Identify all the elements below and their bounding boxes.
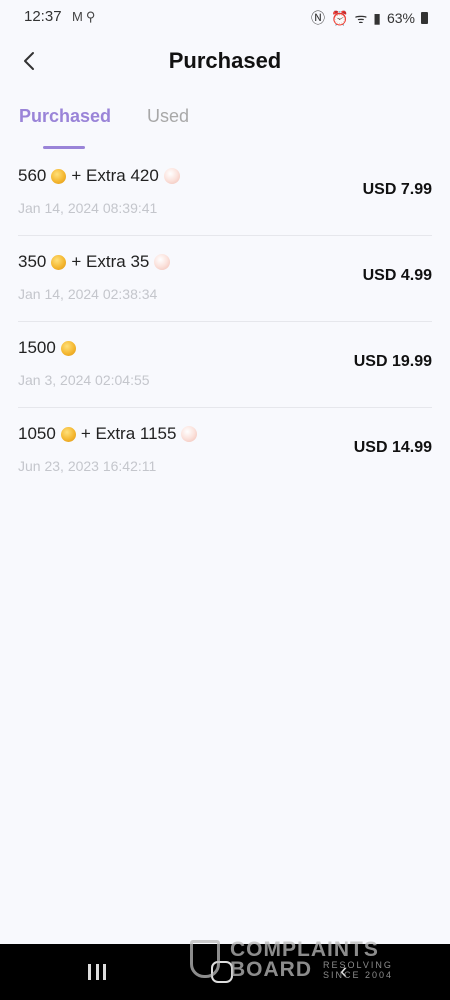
coin-amount: 1500	[18, 338, 56, 357]
tab-bar: Purchased Used	[0, 104, 450, 154]
active-tab-indicator	[43, 146, 85, 149]
tab-purchased[interactable]: Purchased	[19, 106, 111, 127]
page-title: Purchased	[168, 48, 282, 73]
pearl-icon	[163, 168, 180, 184]
flashlight-icon: ⚲	[85, 9, 99, 24]
coin-amount: 1050	[18, 424, 56, 443]
item-description: 350 + Extra 35	[18, 252, 171, 272]
purchase-date: Jun 23, 2023 16:42:11	[18, 458, 157, 474]
wifi-icon: ᯤ	[354, 9, 368, 26]
alarm-icon: ⏰	[331, 9, 349, 26]
coin-icon	[60, 426, 76, 442]
extra-prefix: + Extra	[80, 424, 136, 443]
extra-amount: 420	[130, 166, 159, 185]
top-bar: Purchased	[0, 40, 450, 84]
extra-prefix: + Extra	[71, 252, 126, 271]
list-item[interactable]: 560 + Extra 420 Jan 14, 2024 08:39:41 US…	[18, 150, 432, 236]
pearl-icon	[181, 426, 198, 442]
battery-percent: 63%	[386, 10, 415, 26]
recent-apps-button[interactable]	[88, 964, 106, 980]
item-description: 1050 + Extra 1155	[18, 424, 198, 444]
mail-icon: M	[72, 9, 86, 24]
list-item[interactable]: 1500 Jan 3, 2024 02:04:55 USD 19.99	[18, 322, 432, 408]
shield-icon	[190, 940, 220, 978]
coin-amount: 560	[18, 166, 47, 185]
purchase-price: USD 7.99	[362, 181, 432, 198]
watermark-logo: COMPLAINTS BOARD RESOLVING SINCE 2004	[190, 938, 410, 984]
status-right: Ⓝ ⏰ ᯤ ▮ 63%	[311, 8, 428, 28]
coin-icon	[51, 254, 67, 270]
status-notification-icons: M⚲	[72, 9, 98, 25]
signal-icon: ▮	[373, 9, 381, 26]
list-item[interactable]: 350 + Extra 35 Jan 14, 2024 02:38:34 USD…	[18, 236, 432, 322]
extra-amount: 35	[130, 252, 150, 271]
purchase-price: USD 14.99	[353, 439, 432, 456]
purchase-date: Jan 3, 2024 02:04:55	[18, 372, 150, 388]
list-item[interactable]: 1050 + Extra 1155 Jun 23, 2023 16:42:11 …	[18, 408, 432, 493]
watermark-line3: RESOLVING SINCE 2004	[323, 960, 394, 980]
extra-amount: 1155	[139, 424, 177, 443]
coin-icon	[60, 340, 76, 356]
tab-used[interactable]: Used	[147, 106, 189, 127]
item-description: 560 + Extra 420	[18, 166, 180, 186]
extra-prefix: + Extra	[71, 166, 126, 185]
coin-amount: 350	[18, 252, 47, 271]
watermark-line2: BOARD	[230, 958, 312, 981]
purchase-date: Jan 14, 2024 02:38:34	[18, 286, 158, 302]
purchase-date: Jan 14, 2024 08:39:41	[18, 200, 158, 216]
status-bar: 12:37 M⚲ Ⓝ ⏰ ᯤ ▮ 63%	[0, 0, 450, 34]
nfc-icon: Ⓝ	[311, 10, 326, 26]
purchase-price: USD 19.99	[353, 353, 432, 370]
battery-icon	[421, 12, 428, 24]
purchase-list: 560 + Extra 420 Jan 14, 2024 08:39:41 US…	[18, 150, 432, 493]
item-description: 1500	[18, 338, 81, 358]
purchase-price: USD 4.99	[362, 267, 432, 284]
pearl-icon	[154, 254, 171, 270]
status-time: 12:37	[24, 8, 62, 25]
coin-icon	[51, 168, 67, 184]
